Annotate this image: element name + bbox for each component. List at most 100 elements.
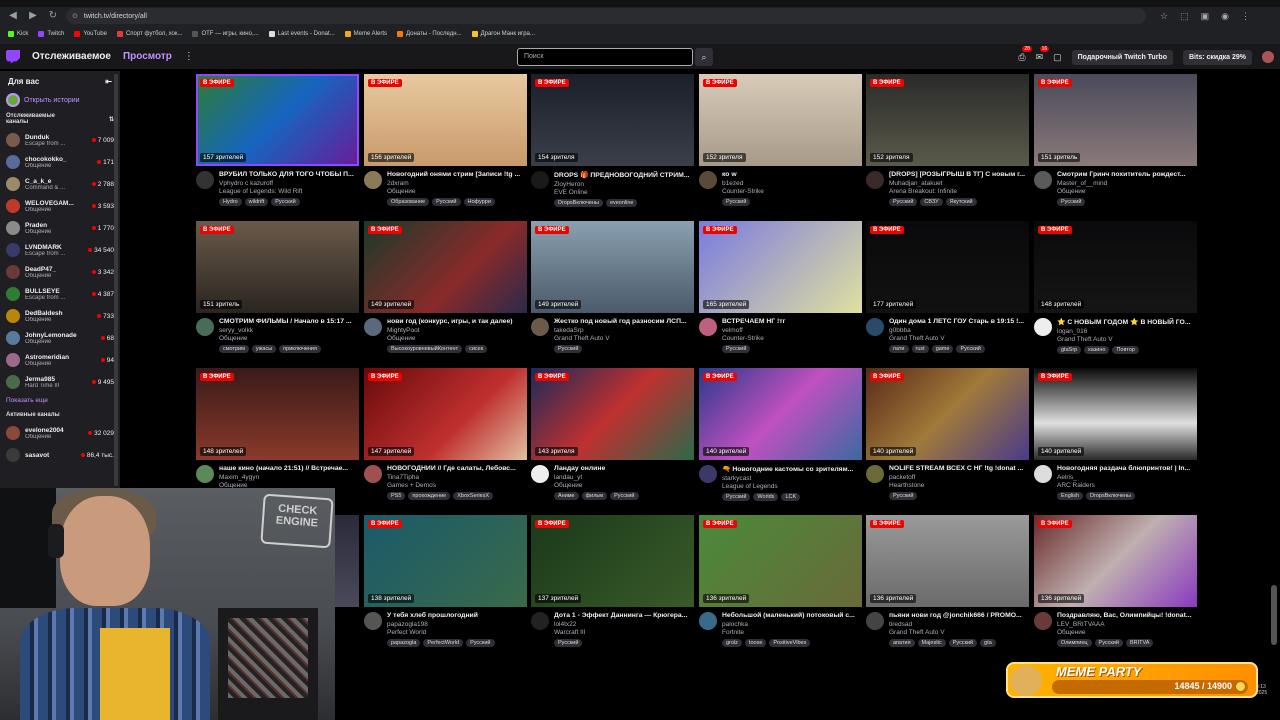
stream-tag[interactable]: Majestic bbox=[917, 639, 946, 647]
streamer-name[interactable]: Aelris_ bbox=[1057, 474, 1197, 481]
stream-tag[interactable]: Русский bbox=[554, 639, 583, 647]
stream-thumbnail[interactable]: В ЭФИРЕ 136 зрителей bbox=[1034, 515, 1197, 607]
stream-thumbnail[interactable]: В ЭФИРЕ 165 зрителей bbox=[699, 221, 862, 313]
stream-card[interactable]: В ЭФИРЕ 177 зрителей Один дома 1 ЛЕТС ГОУ … bbox=[866, 221, 1029, 364]
twitch-logo-icon[interactable] bbox=[6, 49, 20, 64]
stream-card[interactable]: В ЭФИРЕ 165 зрителей ВСТРЕЧАЕМ НГ !тг velmo… bbox=[699, 221, 862, 364]
stream-title[interactable]: ВРУБИЛ ТОЛЬКО ДЛЯ ТОГО ЧТОБЫ П... bbox=[219, 171, 359, 178]
search-icon[interactable]: ⌕ bbox=[695, 48, 713, 66]
bookmark-meme-alerts[interactable]: Meme Alerts bbox=[344, 31, 387, 37]
stream-tag[interactable]: Нофурри bbox=[463, 198, 495, 206]
stream-tag[interactable]: Worlds bbox=[753, 493, 779, 501]
stream-category[interactable]: Hearthstone bbox=[889, 482, 1029, 489]
streamer-avatar[interactable] bbox=[531, 171, 549, 189]
stream-title[interactable]: НОВОГОДНИЙ // Где салаты, Лебовс... bbox=[387, 465, 527, 472]
sidebar-channel[interactable]: BULLSEYE Escape from ... 4 387 bbox=[0, 283, 120, 305]
sidebar-channel[interactable]: WELOVEGAM... Общение 3 593 bbox=[0, 195, 120, 217]
stream-tag[interactable]: PositiveVibes bbox=[769, 639, 811, 647]
stream-title[interactable]: Дота 1 - Эффект Даннинга — Крюгера... bbox=[554, 612, 694, 619]
sidebar-channel[interactable]: Astromeridian Общение 94 bbox=[0, 349, 120, 371]
stream-tag[interactable]: XboxSeriesX bbox=[453, 492, 494, 500]
streamer-name[interactable]: velmoff bbox=[722, 327, 862, 334]
stream-tag[interactable]: Русский bbox=[889, 492, 918, 500]
stream-tag[interactable]: СВЗУ bbox=[920, 198, 943, 206]
bookmark-otf[interactable]: OTF — игры, кино,... bbox=[192, 31, 259, 37]
stream-tag[interactable]: wildrift bbox=[244, 198, 269, 206]
stream-tag[interactable]: DropsВключены bbox=[554, 199, 603, 207]
stream-category[interactable]: League of Legends bbox=[722, 483, 862, 490]
streamer-avatar[interactable] bbox=[196, 171, 214, 189]
stream-tag[interactable]: смотрим bbox=[219, 345, 249, 353]
user-avatar[interactable] bbox=[1262, 51, 1274, 63]
stream-tag[interactable]: Hydro bbox=[219, 198, 242, 206]
streamer-name[interactable]: Tina7Tipha bbox=[387, 474, 527, 481]
stream-thumbnail[interactable]: В ЭФИРЕ 149 зрителей bbox=[364, 221, 527, 313]
streamer-avatar[interactable] bbox=[531, 465, 549, 483]
back-icon[interactable]: ◀ bbox=[6, 9, 20, 23]
stream-tag[interactable]: казино bbox=[1084, 346, 1110, 354]
stream-title[interactable]: Ландау онлине bbox=[554, 465, 694, 472]
stream-category[interactable]: Grand Theft Auto V bbox=[889, 335, 1029, 342]
sidebar-scrollbar[interactable] bbox=[114, 74, 118, 486]
stream-thumbnail[interactable]: В ЭФИРЕ 149 зрителей bbox=[531, 221, 694, 313]
streamer-name[interactable]: LEV_BRITVAAA bbox=[1057, 621, 1197, 628]
stream-card[interactable]: В ЭФИРЕ 136 зрителей Поздравляю, Вас, Олим… bbox=[1034, 515, 1197, 658]
streamer-avatar[interactable] bbox=[1034, 318, 1052, 336]
stream-title[interactable]: наше кино (начало 21:51) // Встречае... bbox=[219, 465, 359, 472]
sidebar-channel[interactable]: Dunduk Escape from ... 7 009 bbox=[0, 129, 120, 151]
forward-icon[interactable]: ▶ bbox=[26, 9, 40, 23]
stream-tag[interactable]: Русский bbox=[722, 493, 751, 501]
stream-title[interactable]: DROPS 🎁 ПРЕДНОВОГОДНИЙ СТРИМ... bbox=[554, 171, 694, 179]
streamer-name[interactable]: packetoff bbox=[889, 474, 1029, 481]
streamer-avatar[interactable] bbox=[1034, 465, 1052, 483]
bookmark-dragon[interactable]: Драгон Манк игра... bbox=[471, 31, 535, 37]
stream-tag[interactable]: Русский bbox=[956, 345, 985, 353]
stream-category[interactable]: Grand Theft Auto V bbox=[554, 335, 694, 342]
stream-title[interactable]: ко w bbox=[722, 171, 862, 178]
stream-tag[interactable]: game bbox=[931, 345, 954, 353]
stream-title[interactable]: ВСТРЕЧАЕМ НГ !тг bbox=[722, 318, 862, 325]
stream-category[interactable]: Grand Theft Auto V bbox=[889, 629, 1029, 636]
stream-card[interactable]: В ЭФИРЕ 138 зрителей У тебя хлеб прошлогод… bbox=[364, 515, 527, 658]
stream-title[interactable]: Небольшой (маленький) потоковый с... bbox=[722, 612, 862, 619]
bookmark-youtube[interactable]: YouTube bbox=[74, 31, 107, 37]
stream-thumbnail[interactable]: В ЭФИРЕ 152 зрителя bbox=[866, 74, 1029, 166]
stream-tag[interactable]: eveonline bbox=[605, 199, 638, 207]
stream-tag[interactable]: приключения bbox=[279, 345, 321, 353]
stream-card[interactable]: В ЭФИРЕ 140 зрителей NOLIFE STREAM ВСЕХ С … bbox=[866, 368, 1029, 511]
streamer-avatar[interactable] bbox=[364, 612, 382, 630]
stream-card[interactable]: В ЭФИРЕ 157 зрителей ВРУБИЛ ТОЛЬКО ДЛЯ ТОГ… bbox=[196, 74, 359, 217]
stream-category[interactable]: Общение bbox=[1057, 629, 1197, 636]
stream-thumbnail[interactable]: В ЭФИРЕ 148 зрителей bbox=[196, 368, 359, 460]
streamer-avatar[interactable] bbox=[196, 465, 214, 483]
stream-tag[interactable]: Русский bbox=[889, 198, 918, 206]
gift-turbo-button[interactable]: Подарочный Twitch Turbo bbox=[1071, 49, 1173, 65]
stream-card[interactable]: В ЭФИРЕ 140 зрителей 🔫 Новогодние кастомы … bbox=[699, 368, 862, 511]
stream-card[interactable]: В ЭФИРЕ 137 зрителей Дота 1 - Эффект Данни… bbox=[531, 515, 694, 658]
streamer-name[interactable]: Muhadjan_atakuet bbox=[889, 180, 1029, 187]
reload-icon[interactable]: ↻ bbox=[46, 9, 60, 23]
notifications-icon[interactable]: ⎙ 28 bbox=[1018, 45, 1032, 63]
stream-category[interactable]: ARC Raiders bbox=[1057, 482, 1197, 489]
streamer-avatar[interactable] bbox=[866, 465, 884, 483]
stream-tag[interactable]: прохождение bbox=[408, 492, 451, 500]
streamer-name[interactable]: Master_of__mind bbox=[1057, 180, 1197, 187]
stream-tag[interactable]: gta bbox=[980, 639, 996, 647]
stream-tag[interactable]: Русский bbox=[610, 492, 639, 500]
stream-title[interactable]: Новогодняя раздача блюпринтов! | In... bbox=[1057, 465, 1197, 472]
stream-category[interactable]: Общение bbox=[1057, 188, 1197, 195]
stream-tag[interactable]: сисек bbox=[465, 345, 488, 353]
streamer-avatar[interactable] bbox=[531, 318, 549, 336]
streamer-name[interactable]: Vphydro с kazuroff bbox=[219, 180, 359, 187]
streamer-name[interactable]: 2dxram bbox=[387, 180, 527, 187]
streamer-name[interactable]: papazogla198 bbox=[387, 621, 527, 628]
stream-tag[interactable]: LCK bbox=[781, 493, 801, 501]
bookmark-sport[interactable]: Спорт футбол, хок... bbox=[116, 31, 182, 37]
stream-tag[interactable]: toose bbox=[744, 639, 767, 647]
stream-card[interactable]: В ЭФИРЕ 156 зрителей Новогодний онями стри… bbox=[364, 74, 527, 217]
stream-card[interactable]: В ЭФИРЕ 136 зрителей пьяни нови год @jonch… bbox=[866, 515, 1029, 658]
collapse-sidebar-icon[interactable]: ⇤ bbox=[105, 77, 112, 86]
streamer-name[interactable]: b1ezed bbox=[722, 180, 862, 187]
main-scrollbar[interactable] bbox=[1271, 585, 1277, 645]
streamer-avatar[interactable] bbox=[866, 612, 884, 630]
